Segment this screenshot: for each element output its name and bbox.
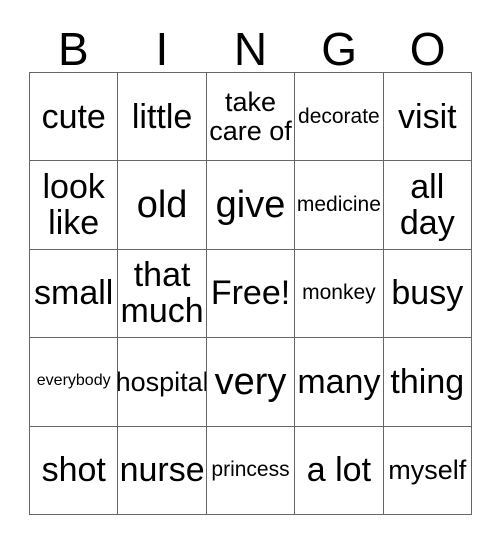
bingo-cell[interactable]: princess [206,426,296,515]
bingo-cell[interactable]: many [295,338,384,427]
bingo-cell-label: a lot [306,451,372,490]
bingo-cell-label: monkey [302,281,376,305]
bingo-cell-label: very [214,360,287,403]
bingo-cell-label: that much [120,256,204,331]
bingo-cell[interactable]: shot [30,426,119,515]
bingo-cell-label: shot [41,451,106,490]
bingo-cell-label: give [215,183,286,226]
bingo-cell-label: decorate [298,104,380,128]
bingo-cell-label: visit [398,97,457,136]
bingo-cell[interactable]: small [30,249,119,339]
bingo-cell-label: little [131,97,193,136]
bingo-header-letter-o: O [409,23,446,76]
bingo-cell-label: take care of [209,87,292,146]
bingo-cell[interactable]: medicine [295,161,384,250]
bingo-cell-label: hospital [118,366,207,397]
bingo-cell-label: all day [399,168,455,243]
bingo-cell-label: many [297,362,381,401]
bingo-cell-label: everybody [36,372,111,390]
bingo-cell-label: Free! [210,274,291,313]
bingo-cell-label: thing [390,362,465,401]
bingo-cell-label: myself [388,454,467,485]
bingo-cell[interactable]: visit [383,73,472,162]
bingo-cell[interactable]: myself [383,426,472,515]
bingo-cell[interactable]: give [206,161,296,250]
bingo-cell-label: small [34,274,114,313]
bingo-cell[interactable]: nurse [118,426,207,515]
bingo-cell[interactable]: very [206,338,296,427]
bingo-cell[interactable]: decorate [295,73,384,162]
bingo-cell[interactable]: a lot [295,426,384,515]
bingo-cell[interactable]: little [118,73,207,162]
bingo-cell[interactable]: all day [383,161,472,250]
bingo-header-row: B I N G O [29,16,472,72]
bingo-grid: cute little take care of decorate visit … [29,72,472,515]
bingo-header-letter-b: B [57,23,89,76]
bingo-cell[interactable]: hospital [118,338,207,427]
bingo-cell[interactable]: look like [30,161,119,250]
bingo-cell[interactable]: everybody [30,338,119,427]
bingo-cell-label: nurse [119,451,205,490]
bingo-cell-free[interactable]: Free! [206,249,296,339]
bingo-cell-label: old [136,183,188,226]
bingo-cell[interactable]: take care of [206,73,296,162]
bingo-cell[interactable]: that much [118,249,207,339]
bingo-cell-label: princess [211,458,290,482]
bingo-cell-label: busy [391,274,464,313]
bingo-card: B I N G O cute little take care of decor… [0,0,500,544]
bingo-cell[interactable]: monkey [295,249,384,339]
bingo-cell[interactable]: thing [383,338,472,427]
bingo-cell-label: medicine [296,192,381,216]
bingo-cell[interactable]: old [118,161,207,250]
bingo-cell[interactable]: busy [383,249,472,339]
bingo-header-letter-i: I [155,23,169,76]
bingo-cell-label: look like [42,168,105,243]
bingo-cell-label: cute [41,97,106,136]
bingo-header-letter-g: G [321,23,357,76]
bingo-cell[interactable]: cute [30,73,119,162]
bingo-header-letter-n: N [233,23,268,76]
